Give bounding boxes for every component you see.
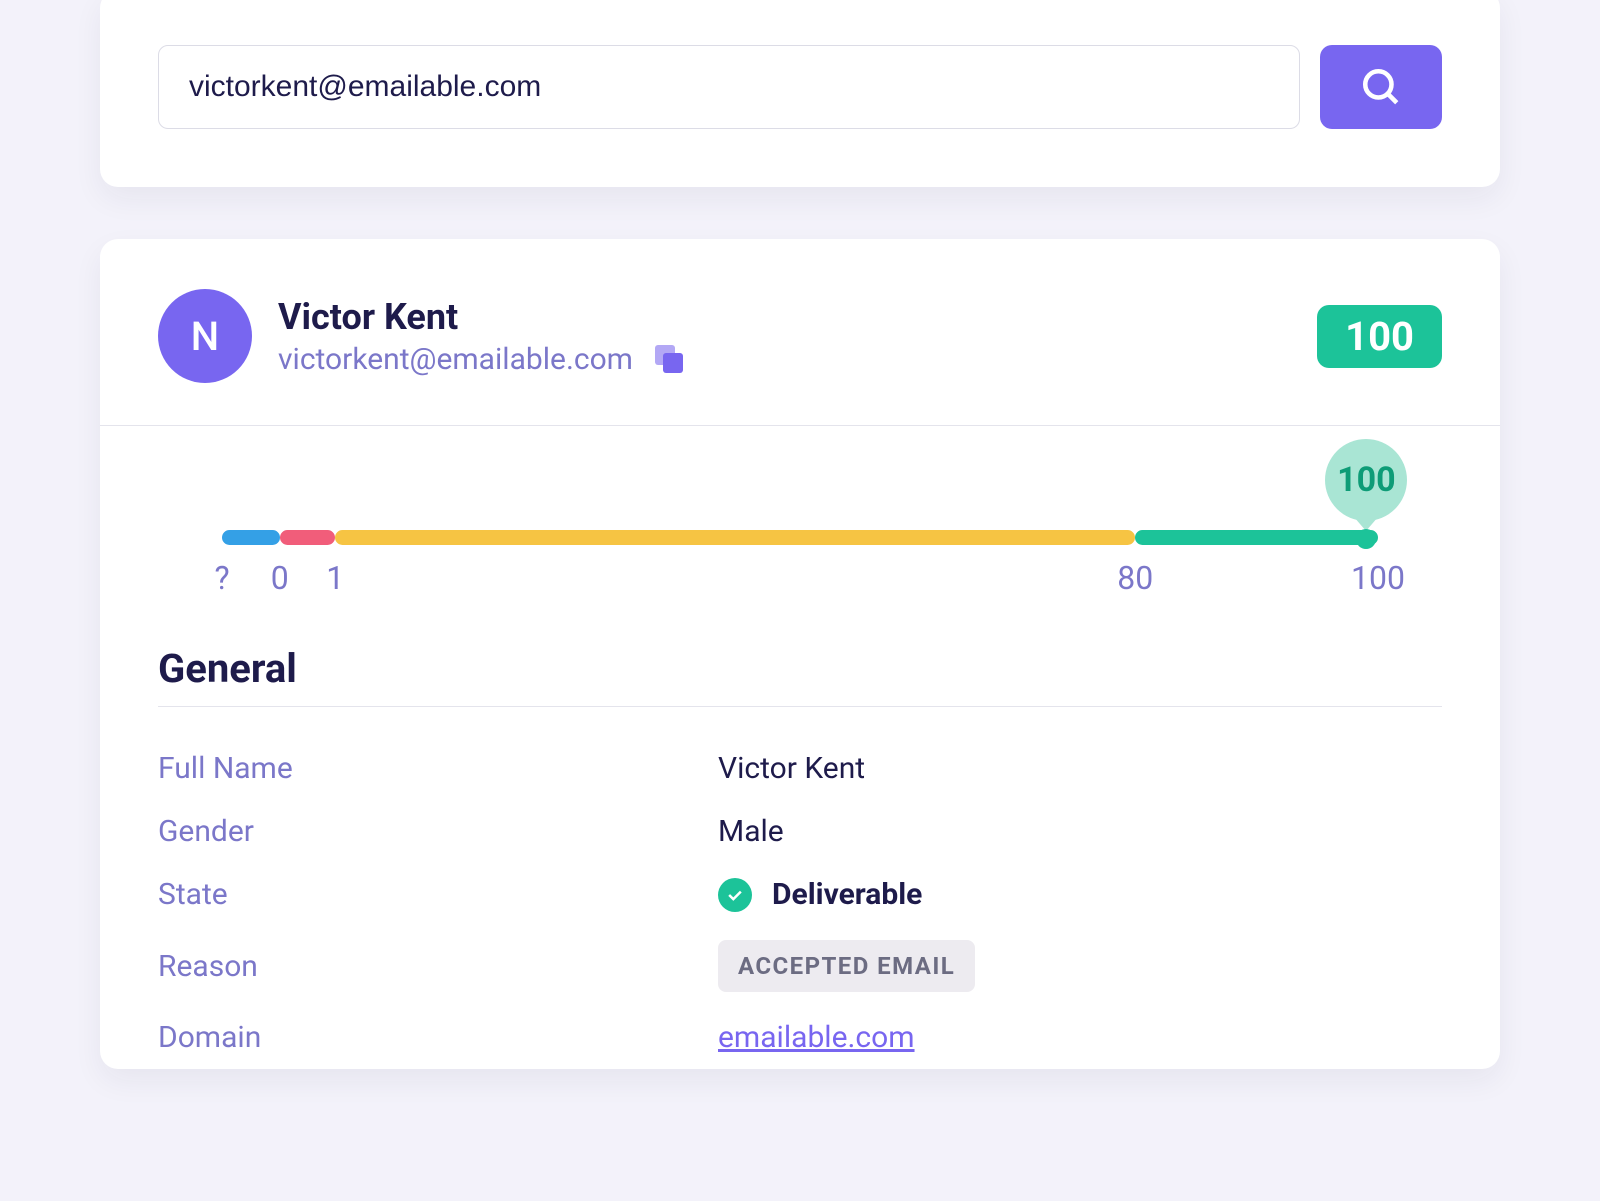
scale-ticks: ?0180100	[222, 559, 1378, 599]
result-card: N Victor Kent victorkent@emailable.com 1…	[100, 239, 1500, 1069]
section-title-general: General	[158, 645, 1442, 692]
result-name: Victor Kent	[278, 296, 683, 338]
row-state: State Deliverable	[158, 863, 1442, 926]
row-domain: Domain emailable.com	[158, 1006, 1442, 1069]
email-search-input[interactable]	[158, 45, 1300, 129]
label-full-name: Full Name	[158, 751, 718, 786]
search-card	[100, 0, 1500, 187]
search-icon	[1360, 66, 1402, 108]
domain-link[interactable]: emailable.com	[718, 1020, 915, 1055]
scale-segment-mid	[335, 530, 1135, 545]
score-scale: 100 ?0180100	[158, 530, 1442, 599]
check-icon	[718, 878, 752, 912]
scale-tick: 100	[1351, 559, 1405, 597]
search-button[interactable]	[1320, 45, 1442, 129]
scale-segment-unknown	[222, 530, 280, 545]
result-email: victorkent@emailable.com	[278, 342, 633, 377]
label-domain: Domain	[158, 1020, 718, 1055]
identity-block: N Victor Kent victorkent@emailable.com	[158, 289, 683, 383]
scale-tick: ?	[214, 559, 229, 597]
score-bubble: 100	[1325, 439, 1407, 521]
avatar: N	[158, 289, 252, 383]
label-state: State	[158, 877, 718, 912]
divider	[158, 706, 1442, 707]
score-marker	[1356, 529, 1376, 549]
row-reason: Reason ACCEPTED EMAIL	[158, 926, 1442, 1006]
scale-tick: 1	[326, 559, 344, 597]
label-gender: Gender	[158, 814, 718, 849]
score-badge: 100	[1317, 305, 1442, 368]
scale-segment-high	[1135, 530, 1378, 545]
result-header: N Victor Kent victorkent@emailable.com 1…	[100, 239, 1500, 426]
value-state: Deliverable	[772, 877, 922, 912]
reason-chip: ACCEPTED EMAIL	[718, 940, 975, 992]
scale-tick: 80	[1117, 559, 1153, 597]
row-gender: Gender Male	[158, 800, 1442, 863]
scale-tick: 0	[271, 559, 289, 597]
copy-icon[interactable]	[655, 345, 683, 373]
label-reason: Reason	[158, 949, 718, 984]
row-full-name: Full Name Victor Kent	[158, 737, 1442, 800]
value-gender: Male	[718, 814, 784, 849]
scale-segment-low	[280, 530, 335, 545]
value-full-name: Victor Kent	[718, 751, 865, 786]
